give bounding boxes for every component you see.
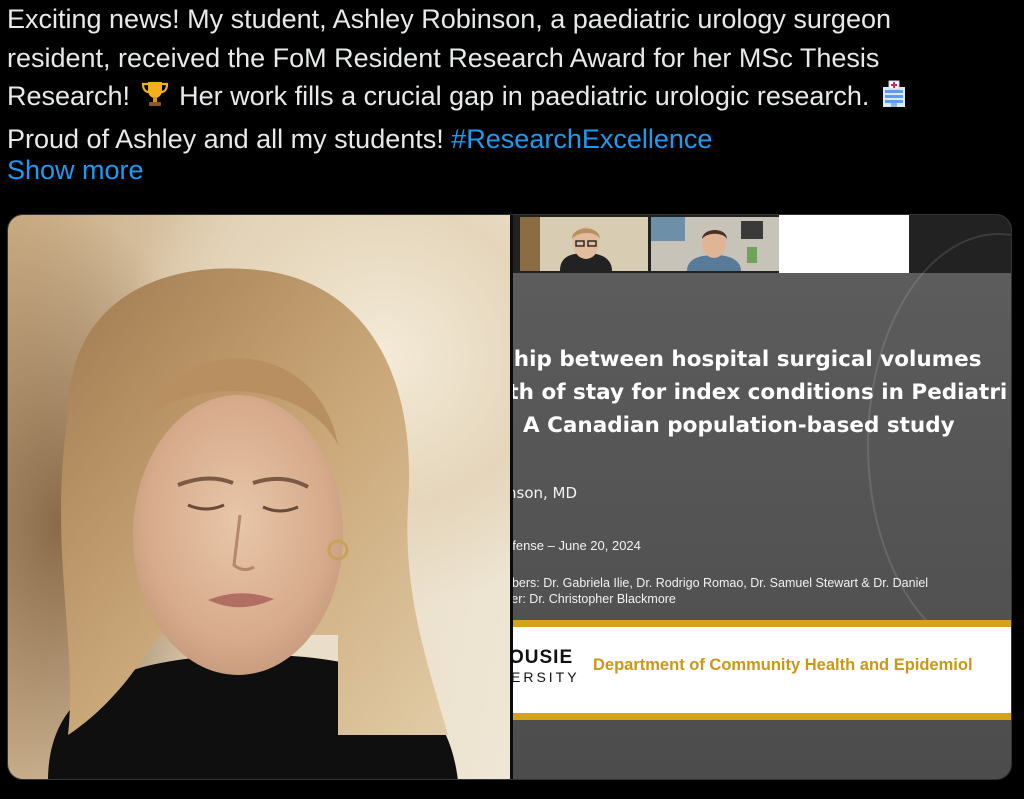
department-name: Department of Community Health and Epide…: [593, 656, 973, 674]
shared-screen: ship between hospital surgical volumes ı…: [513, 215, 1011, 779]
tweet-line-3-a: Research!: [7, 81, 131, 111]
participant-image: [651, 217, 779, 271]
slide-committee: nbers: Dr. Gabriela Ilie, Dr. Rodrigo Ro…: [513, 575, 928, 607]
participant-thumb-2[interactable]: [651, 217, 779, 271]
tweet-line-4-a: Proud of Ashley and all my students!: [7, 123, 444, 154]
thumbnail-blank: [779, 215, 909, 273]
university-name: OUSIE: [513, 647, 574, 668]
participant-thumb-1[interactable]: [520, 217, 648, 271]
slide-banner: OUSIE ERSITY Department of Community Hea…: [513, 620, 1011, 720]
presentation-slide: ship between hospital surgical volumes ı…: [513, 233, 1011, 779]
slide-author: nson, MD: [513, 484, 578, 502]
media-attachment[interactable]: ship between hospital surgical volumes ı…: [7, 214, 1012, 780]
speaker-portrait-image: [48, 268, 458, 779]
tweet-text: Exciting news! My student, Ashley Robins…: [7, 0, 1007, 158]
hospital-icon: [879, 79, 909, 120]
university-subtitle: ERSITY: [513, 669, 580, 685]
slide-title-line-2: ıth of stay for index conditions in Pedi…: [513, 380, 1008, 405]
trophy-icon: [140, 79, 170, 120]
tweet-line-1: Exciting news! My student, Ashley Robins…: [7, 4, 891, 34]
tweet-line-2: resident, received the FoM Resident Rese…: [7, 42, 880, 73]
slide-committee-members: nbers: Dr. Gabriela Ilie, Dr. Rodrigo Ro…: [513, 576, 929, 590]
slide-defense-date: efense – June 20, 2024: [513, 538, 641, 553]
tweet-line-3-b: Her work fills a crucial gap in paediatr…: [179, 81, 870, 111]
slide-title: ship between hospital surgical volumes ı…: [513, 343, 1011, 442]
tweet-line-3: Research! Her work fills a crucial gap i…: [7, 77, 1007, 120]
participant-image: [520, 217, 648, 271]
slide-title-line-3: A Canadian population-based study: [523, 413, 955, 438]
show-more-link[interactable]: Show more: [7, 151, 144, 189]
speaker-video[interactable]: [8, 215, 510, 779]
slide-reviewer: ver: Dr. Christopher Blackmore: [513, 592, 676, 606]
hashtag-link[interactable]: #ResearchExcellence: [451, 124, 712, 154]
slide-title-line-1: ship between hospital surgical volumes: [513, 347, 982, 372]
tweet-line-4: Proud of Ashley and all my students! #Re…: [7, 120, 1007, 159]
